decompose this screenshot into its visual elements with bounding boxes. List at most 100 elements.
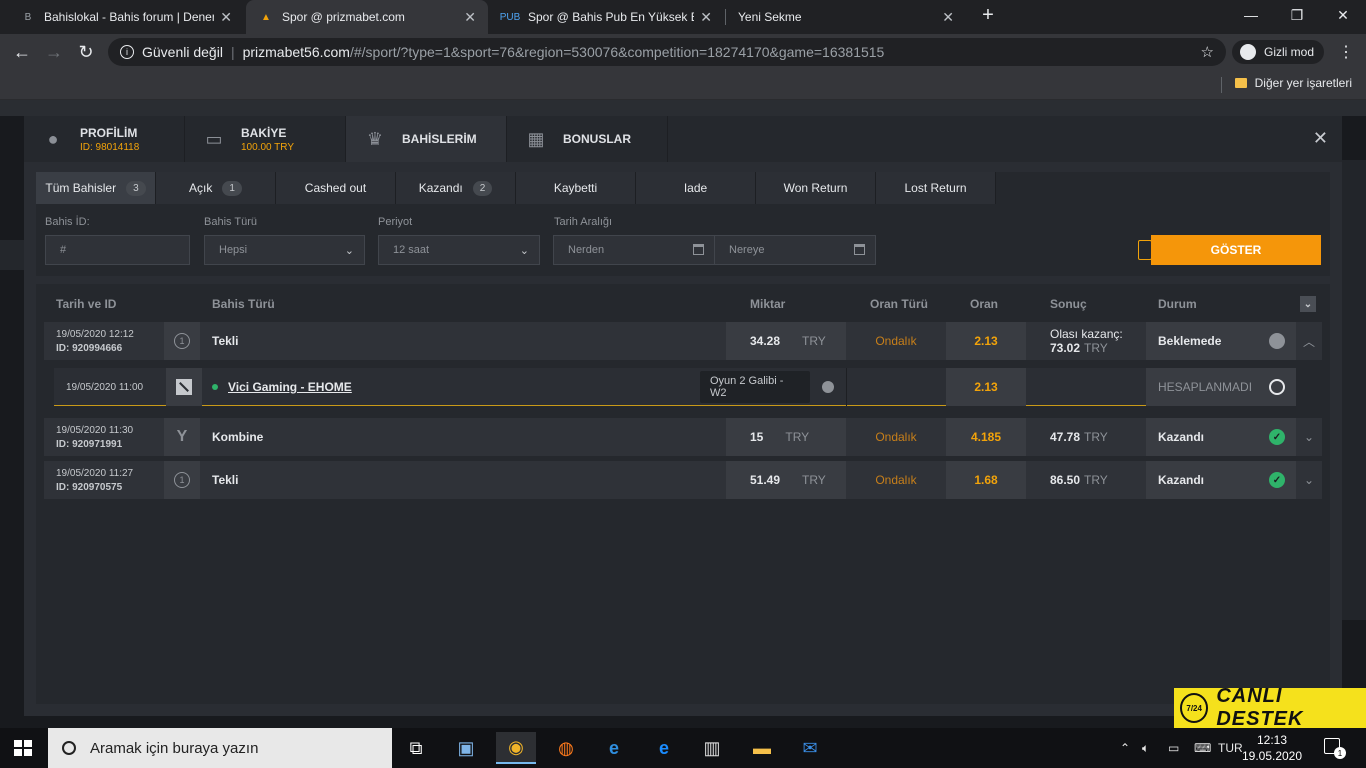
date-from-input[interactable]: Nerden: [553, 235, 715, 265]
clipboard-icon[interactable]: [1138, 240, 1152, 260]
incognito-indicator[interactable]: Gizli mod: [1232, 40, 1324, 64]
expand-chevron-icon[interactable]: ⌄: [1296, 461, 1322, 499]
new-tab-icon[interactable]: +: [978, 4, 998, 30]
store-icon[interactable]: ▥: [692, 732, 732, 764]
live-support-button[interactable]: 7/24 CANLI DESTEK: [1174, 685, 1366, 730]
tab-balance[interactable]: ▭ BAKİYE 100.00 TRY: [185, 116, 346, 162]
internet-explorer-icon[interactable]: e: [594, 732, 634, 764]
match-link[interactable]: Vici Gaming - EHOME: [228, 380, 352, 394]
date-from-placeholder: Nerden: [568, 244, 605, 256]
keyboard-icon[interactable]: ⌨︎: [1194, 728, 1211, 768]
back-arrow-icon[interactable]: ←: [10, 40, 34, 64]
divider: [1221, 77, 1222, 93]
windows-start-icon[interactable]: [14, 740, 32, 756]
bet-type-select[interactable]: Hepsi ⌄: [204, 235, 365, 265]
browser-tab-bahispub[interactable]: PUB Spor @ Bahis Pub En Yüksek Bahis ✕: [488, 0, 724, 34]
restore-icon[interactable]: ❐: [1274, 0, 1320, 30]
filter-tab-won[interactable]: Kazandı 2: [396, 172, 516, 204]
tab-my-bets[interactable]: ♛ BAHİSLERİM: [346, 116, 507, 162]
table-row[interactable]: 19/05/2020 12:12 ID: 920994666 1 Tekli 3…: [44, 322, 1322, 360]
chevron-down-icon: ⌄: [519, 245, 529, 257]
security-status: Güvenli değil: [142, 44, 223, 60]
row-id: ID: 920994666: [56, 342, 123, 354]
chrome-icon[interactable]: ◉: [496, 732, 536, 764]
date-to-input[interactable]: Nereye: [714, 235, 876, 265]
result-currency: TRY: [1084, 430, 1108, 444]
tab-bonuses[interactable]: ▦ BONUSLAR: [507, 116, 668, 162]
bet-id-input[interactable]: #: [45, 235, 190, 265]
selection-odds-type-empty: [846, 368, 946, 406]
phone-icon: 7/24: [1180, 693, 1209, 723]
user-icon: ●: [47, 128, 59, 149]
forward-arrow-icon[interactable]: →: [42, 40, 66, 64]
filter-tab-lost[interactable]: Kaybetti: [516, 172, 636, 204]
tab-close-icon[interactable]: ✕: [464, 9, 476, 26]
browser-tab-prizmabet[interactable]: ▲ Spor @ prizmabet.com ✕: [246, 0, 488, 34]
row-date-id: 19/05/2020 11:30 ID: 920971991: [44, 418, 164, 456]
reload-icon[interactable]: ↻: [74, 40, 98, 64]
taskbar-clock[interactable]: 12:13 19.05.2020: [1240, 732, 1304, 764]
wallet-icon: ▭: [205, 128, 223, 149]
show-hidden-icons-icon[interactable]: ⌃: [1120, 728, 1130, 768]
row-status: Beklemede: [1146, 322, 1258, 360]
live-support-label: CANLI DESTEK: [1216, 685, 1304, 730]
tab-close-icon[interactable]: ✕: [700, 9, 712, 26]
potential-win-label: Olası kazanç:: [1050, 327, 1123, 341]
expand-chevron-icon[interactable]: ⌄: [1296, 418, 1322, 456]
close-icon[interactable]: ✕: [1313, 128, 1328, 149]
tab-profile[interactable]: ● PROFİLİM ID: 98014118: [24, 116, 185, 162]
browser-tab-bahislokal[interactable]: B Bahislokal - Bahis forum | Deneme ✕: [8, 0, 244, 34]
show-button[interactable]: GÖSTER: [1151, 235, 1321, 265]
tab-close-icon[interactable]: ✕: [942, 9, 954, 26]
mail-icon[interactable]: ✉: [790, 732, 830, 764]
tab-label: BAKİYE: [241, 125, 287, 140]
table-row[interactable]: 19/05/2020 11:30 ID: 920971991 Y Kombine…: [44, 418, 1322, 456]
firefox-icon[interactable]: ◍: [546, 732, 586, 764]
address-bar[interactable]: i Güvenli değil | prizmabet56.com /#/spo…: [108, 38, 1226, 66]
volume-icon[interactable]: 🔈︎: [1142, 728, 1149, 768]
tab-favicon-icon: ▲: [261, 11, 271, 23]
filter-tab-refund[interactable]: Iade: [636, 172, 756, 204]
file-explorer-icon[interactable]: ▬: [742, 732, 782, 764]
header-odds-type: Oran Türü: [870, 297, 929, 311]
minimize-icon[interactable]: —: [1228, 0, 1274, 30]
bookmark-star-icon[interactable]: ☆: [1201, 43, 1214, 61]
other-bookmarks-label: Diğer yer işaretleri: [1254, 76, 1352, 90]
collapse-chevron-icon[interactable]: ︿: [1296, 322, 1322, 360]
expand-all-icon[interactable]: ⌄: [1300, 296, 1316, 312]
info-icon[interactable]: i: [120, 45, 134, 59]
filter-tab-label: Açık: [189, 181, 213, 195]
language-indicator[interactable]: TUR: [1218, 728, 1243, 768]
amount-value: 34.28: [750, 334, 781, 348]
row-id: ID: 920971991: [56, 438, 123, 450]
tab-favicon-icon: PUB: [499, 11, 521, 23]
browser-menu-icon[interactable]: ⋮: [1338, 42, 1354, 62]
table-row[interactable]: 19/05/2020 11:27 ID: 920970575 1 Tekli 5…: [44, 461, 1322, 499]
incognito-icon: [1240, 44, 1256, 60]
window-close-icon[interactable]: ✕: [1320, 0, 1366, 30]
filter-tab-all[interactable]: Tüm Bahisler 3: [36, 172, 156, 204]
filter-tab-lost-return[interactable]: Lost Return: [876, 172, 996, 204]
filter-tab-cashed-out[interactable]: Cashed out: [276, 172, 396, 204]
row-bet-type: Tekli: [212, 334, 239, 348]
taskbar-search-input[interactable]: Aramak için buraya yazın: [48, 728, 392, 768]
clock-date: 19.05.2020: [1241, 749, 1303, 763]
browser-tab-new[interactable]: Yeni Sekme ✕: [726, 0, 966, 34]
other-bookmarks[interactable]: Diğer yer işaretleri: [1234, 76, 1352, 90]
task-view-icon[interactable]: ⧉: [396, 732, 436, 764]
network-app-icon[interactable]: ▣: [446, 732, 486, 764]
tab-close-icon[interactable]: ✕: [220, 9, 232, 26]
network-icon[interactable]: ▭: [1168, 728, 1179, 768]
bet-type-label: Bahis Türü: [204, 216, 257, 228]
edge-icon[interactable]: e: [644, 732, 684, 764]
filter-tab-open[interactable]: Açık 1: [156, 172, 276, 204]
row-bet-type: Tekli: [212, 473, 239, 487]
filter-tab-won-return[interactable]: Won Return: [756, 172, 876, 204]
live-dot-icon: [212, 384, 218, 390]
row-status: Kazandı: [1146, 461, 1258, 499]
won-check-icon: ✓: [1258, 461, 1296, 499]
row-result: 86.50 TRY: [1026, 461, 1146, 499]
table-header: Tarih ve ID Bahis Türü Miktar Oran Türü …: [44, 286, 1322, 322]
filter-tab-label: Lost Return: [904, 181, 967, 195]
period-select[interactable]: 12 saat ⌄: [378, 235, 540, 265]
